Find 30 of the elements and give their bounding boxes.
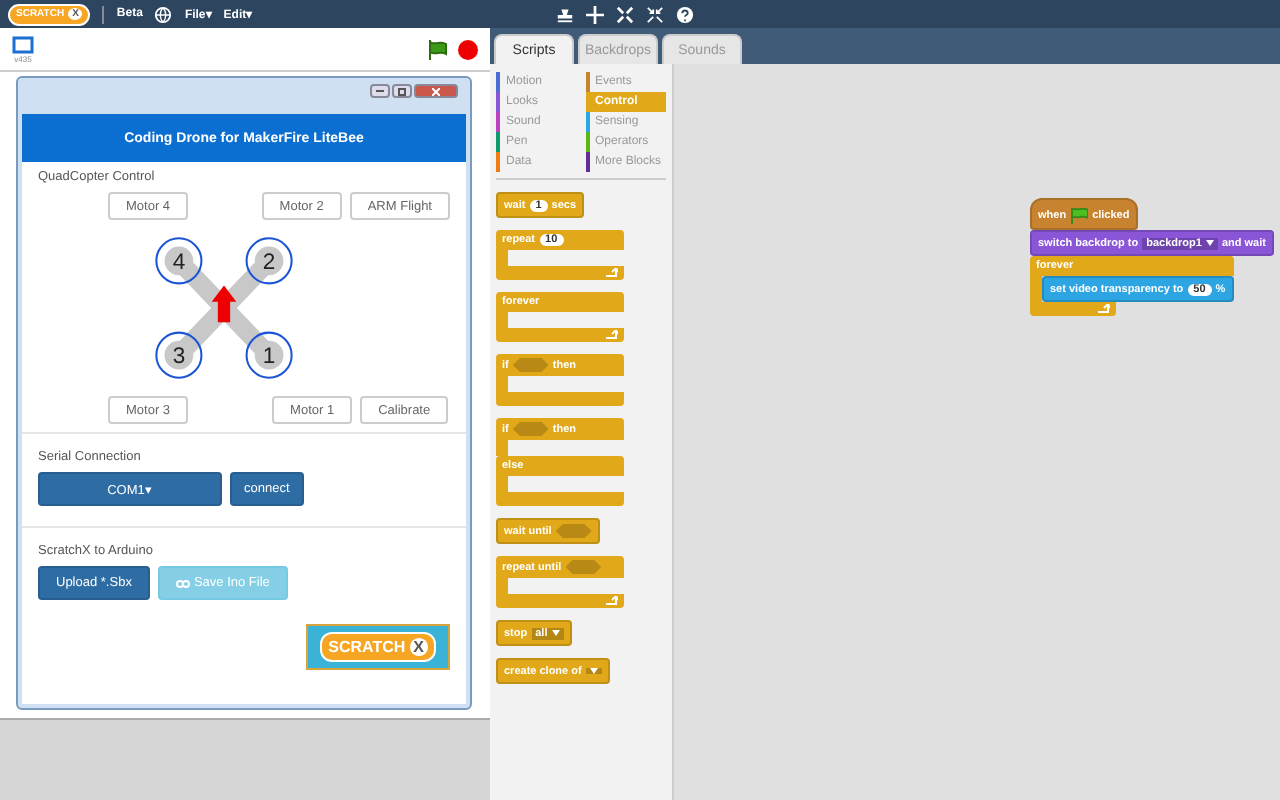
close-button[interactable] bbox=[414, 84, 458, 98]
logo: SCRATCH X bbox=[320, 632, 436, 662]
close-icon bbox=[432, 87, 440, 95]
motor-number: 3 bbox=[172, 345, 186, 370]
stop-icon[interactable] bbox=[458, 39, 478, 59]
flag-icon[interactable] bbox=[428, 39, 448, 59]
flag-icon bbox=[1070, 208, 1089, 224]
link-icon bbox=[175, 579, 190, 587]
expand-icon[interactable] bbox=[616, 5, 635, 23]
loop-arrow-icon bbox=[606, 330, 618, 340]
loop-arrow-icon bbox=[606, 596, 618, 606]
move-icon[interactable] bbox=[586, 5, 605, 23]
caret-icon bbox=[589, 668, 598, 674]
motor-number: 2 bbox=[262, 251, 276, 276]
help-icon[interactable] bbox=[676, 5, 695, 23]
motor-number: 1 bbox=[262, 345, 276, 370]
fullscreen-icon[interactable] bbox=[12, 35, 34, 53]
globe-icon[interactable] bbox=[154, 5, 173, 23]
loop-arrow-icon bbox=[1098, 304, 1110, 314]
block-dropdown[interactable] bbox=[585, 668, 602, 674]
caret-icon bbox=[551, 630, 560, 636]
stamp-icon[interactable] bbox=[556, 5, 575, 23]
shrink-icon[interactable] bbox=[646, 5, 665, 23]
minimize-button[interactable] bbox=[370, 84, 390, 98]
maximize-icon bbox=[398, 87, 406, 95]
minimize-icon bbox=[376, 89, 384, 93]
loop-arrow-icon bbox=[606, 268, 618, 278]
motor-number: 4 bbox=[172, 251, 186, 276]
caret-icon bbox=[1205, 240, 1214, 246]
maximize-button[interactable] bbox=[392, 84, 412, 98]
